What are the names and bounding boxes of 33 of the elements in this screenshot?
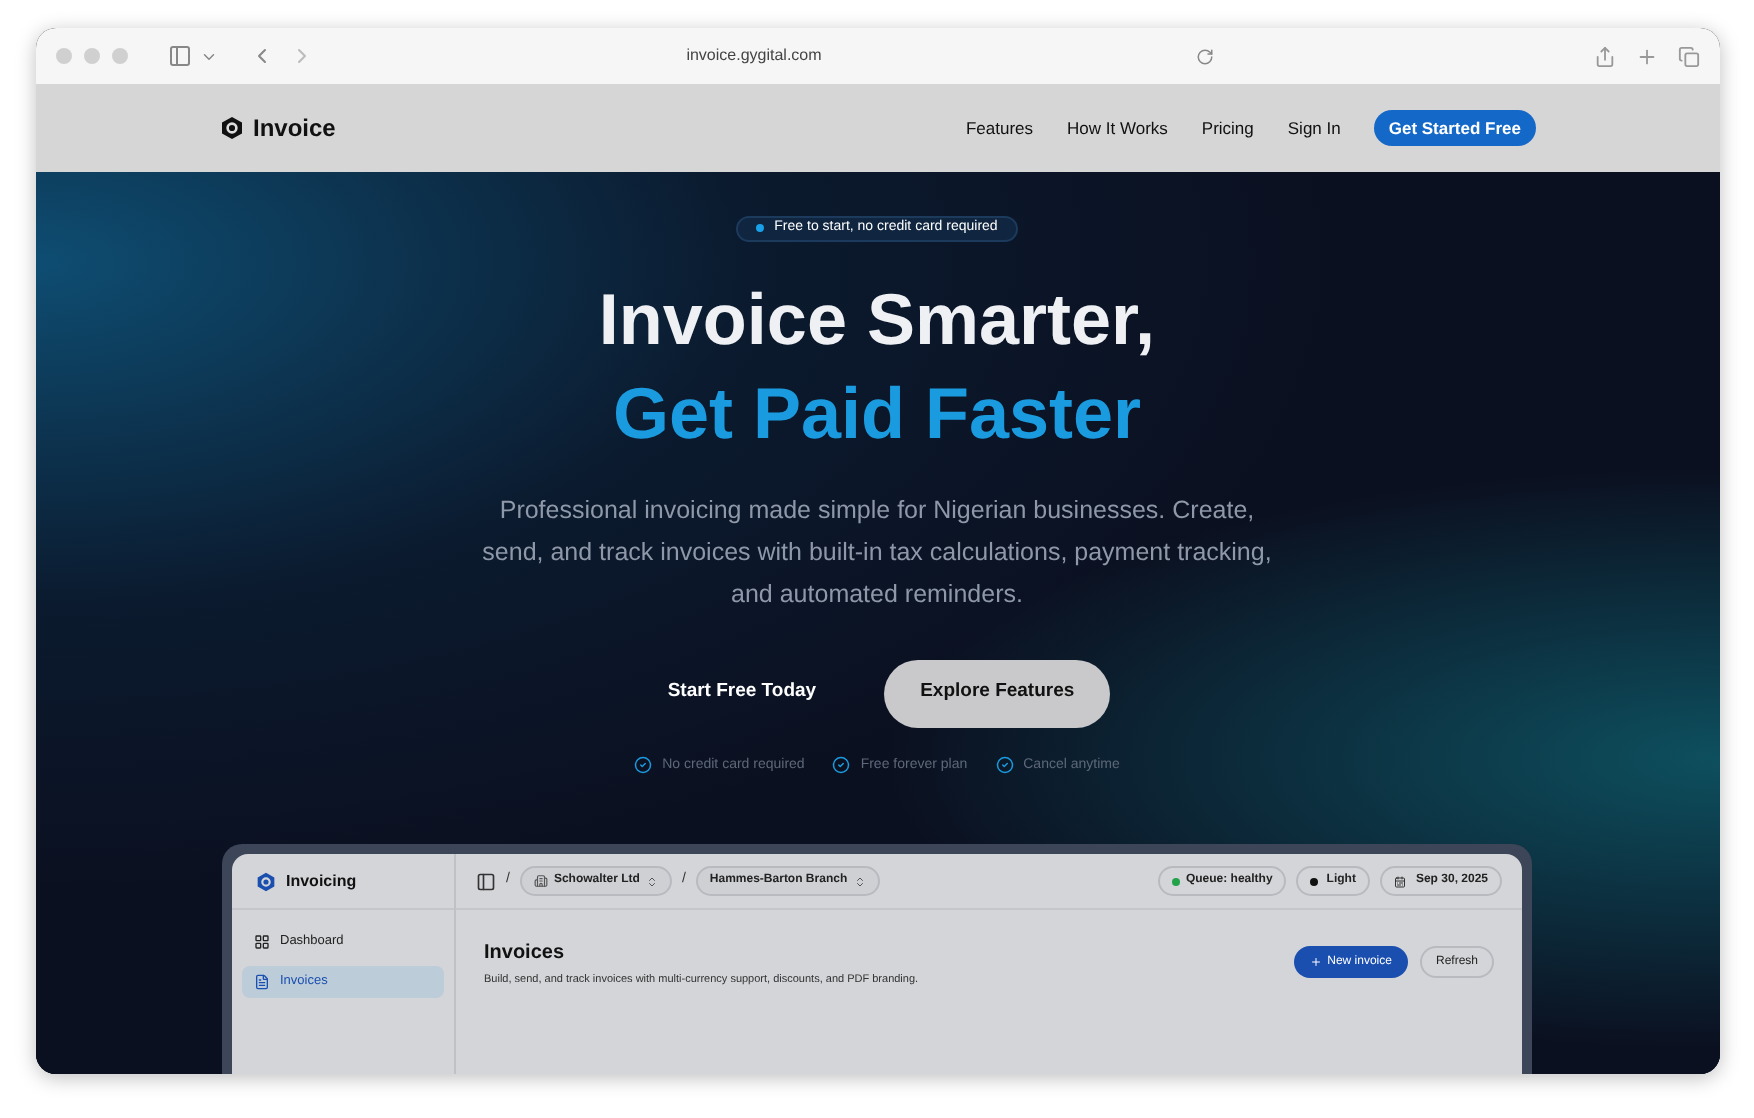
building-icon: [533, 874, 548, 888]
check-icon: [634, 756, 653, 775]
nav-link[interactable]: Sign In: [1287, 115, 1341, 141]
brand-name[interactable]: Invoice: [253, 110, 336, 146]
hero-subheading: Get Paid Faster: [612, 369, 1142, 457]
calendar-icon: [1393, 875, 1406, 887]
page-title: Invoices: [484, 940, 567, 968]
sidebar-toggle-icon[interactable]: [476, 871, 496, 891]
explore-features-button[interactable]: Explore Features: [884, 659, 1111, 727]
start-free-button[interactable]: Start Free Today: [643, 661, 841, 725]
nav-link[interactable]: Pricing: [1201, 115, 1254, 141]
logo-icon: [219, 116, 243, 140]
new-tab-icon[interactable]: [1635, 45, 1657, 67]
nav-link[interactable]: Features: [965, 115, 1034, 141]
grid-icon: [254, 934, 270, 950]
share-icon[interactable]: [1593, 45, 1615, 67]
nav-link[interactable]: How It Works: [1067, 115, 1168, 141]
tabs-overview-icon[interactable]: [1677, 45, 1699, 67]
sidebar-toggle-icon[interactable]: [167, 44, 191, 68]
hero-description: Professional invoicing made simple for Nigerian businesses. Create, send, and track invoices with built-in tax calculations, payment tracking, and automated reminders.: [480, 493, 1274, 611]
window-minimize-button[interactable]: [83, 48, 99, 64]
check-icon: [832, 756, 851, 775]
check-icon: [995, 756, 1014, 775]
app-name: Invoicing: [286, 869, 357, 893]
window-close-button[interactable]: [55, 48, 71, 64]
reload-icon[interactable]: [1195, 47, 1213, 65]
document-icon: [254, 974, 270, 990]
app-logo-icon: [256, 871, 276, 891]
url-text[interactable]: invoice.gygital.com: [686, 44, 822, 68]
hero-heading: Invoice Smarter,: [598, 275, 1156, 363]
plus-icon: [1309, 956, 1322, 968]
get-started-button[interactable]: Get Started Free: [1374, 110, 1535, 146]
window-zoom-button[interactable]: [111, 48, 127, 64]
